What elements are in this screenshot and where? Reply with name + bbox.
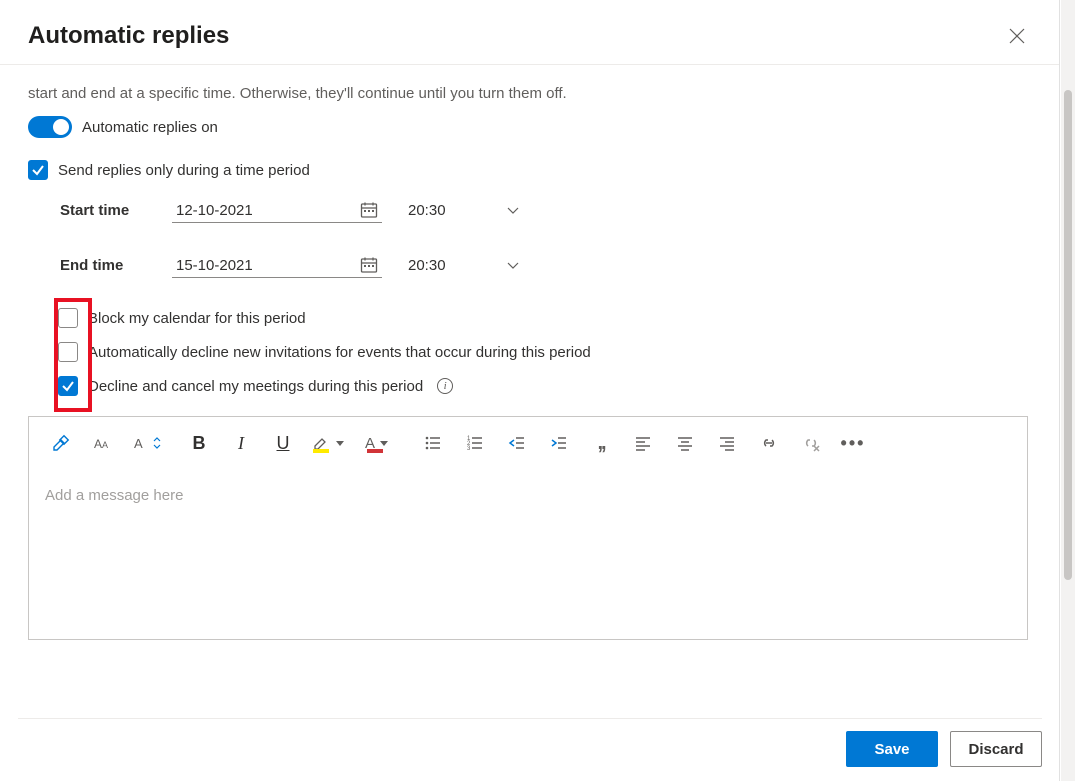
time-period-checkbox-row: Send replies only during a time period xyxy=(28,160,1031,180)
start-time-row: Start time 12-10-2021 20:30 xyxy=(60,198,1031,223)
svg-text:3: 3 xyxy=(467,446,471,452)
message-textarea[interactable]: Add a message here xyxy=(29,469,1027,639)
decline-cancel-checkbox[interactable] xyxy=(58,376,78,396)
dialog-header: Automatic replies xyxy=(0,0,1059,65)
unlink-icon xyxy=(801,433,821,453)
automatic-replies-toggle-label: Automatic replies on xyxy=(82,119,218,136)
meeting-options-block: Block my calendar for this period Automa… xyxy=(58,308,1031,396)
dialog-footer: Save Discard xyxy=(18,718,1042,767)
start-date-input[interactable]: 12-10-2021 xyxy=(172,198,382,223)
decrease-indent-icon xyxy=(508,434,526,452)
quote-icon: ,, xyxy=(597,432,604,455)
start-date-value: 12-10-2021 xyxy=(176,202,253,219)
chevron-down-icon xyxy=(506,259,520,273)
message-editor: A A A B I U xyxy=(28,416,1028,640)
start-time-label: Start time xyxy=(60,202,150,219)
align-left-button[interactable] xyxy=(629,429,657,457)
end-time-label: End time xyxy=(60,257,150,274)
highlight-button[interactable] xyxy=(311,429,351,457)
start-time-value: 20:30 xyxy=(408,202,446,219)
end-time-row: End time 15-10-2021 20:30 xyxy=(60,253,1031,278)
italic-button[interactable]: I xyxy=(227,429,255,457)
start-time-select[interactable]: 20:30 xyxy=(404,199,524,222)
editor-toolbar: A A A B I U xyxy=(29,417,1027,469)
font-size-icon: A xyxy=(131,433,151,453)
more-options-button[interactable]: ••• xyxy=(839,429,867,457)
font-icon: A A xyxy=(93,433,113,453)
increase-indent-button[interactable] xyxy=(545,429,573,457)
close-button[interactable] xyxy=(1003,22,1031,50)
automatic-replies-dialog: Automatic replies start and end at a spe… xyxy=(0,0,1060,781)
bulleted-list-icon xyxy=(424,434,442,452)
highlight-color-swatch xyxy=(313,449,329,453)
quote-button[interactable]: ,, xyxy=(587,429,615,457)
svg-text:A: A xyxy=(94,437,102,451)
remove-link-button[interactable] xyxy=(797,429,825,457)
underline-icon: U xyxy=(277,433,290,454)
increase-indent-icon xyxy=(550,434,568,452)
end-date-input[interactable]: 15-10-2021 xyxy=(172,253,382,278)
svg-text:A: A xyxy=(102,440,108,450)
font-size-button[interactable]: A xyxy=(131,429,171,457)
chevron-down-icon xyxy=(380,441,388,446)
svg-text:A: A xyxy=(134,436,143,451)
block-calendar-row: Block my calendar for this period xyxy=(58,308,1031,328)
close-icon xyxy=(1009,28,1025,44)
insert-link-button[interactable] xyxy=(755,429,783,457)
bold-button[interactable]: B xyxy=(185,429,213,457)
align-right-button[interactable] xyxy=(713,429,741,457)
align-right-icon xyxy=(718,434,736,452)
automatic-replies-toggle[interactable] xyxy=(28,116,72,138)
time-period-checkbox-label: Send replies only during a time period xyxy=(58,162,310,179)
bulleted-list-button[interactable] xyxy=(419,429,447,457)
scrollbar[interactable] xyxy=(1061,0,1075,781)
save-button[interactable]: Save xyxy=(846,731,938,767)
chevron-down-icon xyxy=(336,441,344,446)
font-button[interactable]: A A xyxy=(89,429,117,457)
font-color-swatch xyxy=(367,449,383,453)
decline-cancel-label: Decline and cancel my meetings during th… xyxy=(88,378,423,395)
decline-cancel-row: Decline and cancel my meetings during th… xyxy=(58,376,1031,396)
bold-icon: B xyxy=(193,433,206,454)
automatic-replies-toggle-row: Automatic replies on xyxy=(28,116,1031,138)
align-left-icon xyxy=(634,434,652,452)
chevron-up-down-icon xyxy=(153,436,161,450)
time-range-block: Start time 12-10-2021 20:30 xyxy=(60,198,1031,278)
numbered-list-button[interactable]: 1 2 3 xyxy=(461,429,489,457)
align-center-icon xyxy=(676,434,694,452)
end-time-value: 20:30 xyxy=(408,257,446,274)
numbered-list-icon: 1 2 3 xyxy=(466,434,484,452)
block-calendar-checkbox[interactable] xyxy=(58,308,78,328)
more-icon: ••• xyxy=(841,433,866,454)
format-painter-button[interactable] xyxy=(47,429,75,457)
scrollbar-thumb[interactable] xyxy=(1064,90,1072,580)
link-icon xyxy=(759,433,779,453)
info-icon[interactable]: i xyxy=(437,378,453,394)
decrease-indent-button[interactable] xyxy=(503,429,531,457)
align-center-button[interactable] xyxy=(671,429,699,457)
dialog-title: Automatic replies xyxy=(28,22,229,50)
decline-new-row: Automatically decline new invitations fo… xyxy=(58,342,1031,362)
decline-new-label: Automatically decline new invitations fo… xyxy=(88,344,591,361)
format-painter-icon xyxy=(51,433,71,453)
font-color-button[interactable]: A xyxy=(365,429,405,457)
calendar-icon xyxy=(360,256,378,274)
italic-icon: I xyxy=(238,433,244,454)
chevron-down-icon xyxy=(506,204,520,218)
intro-text: start and end at a specific time. Otherw… xyxy=(28,85,1031,102)
decline-new-checkbox[interactable] xyxy=(58,342,78,362)
end-time-select[interactable]: 20:30 xyxy=(404,254,524,277)
discard-button[interactable]: Discard xyxy=(950,731,1042,767)
underline-button[interactable]: U xyxy=(269,429,297,457)
calendar-icon xyxy=(360,201,378,219)
dialog-body: start and end at a specific time. Otherw… xyxy=(0,65,1059,640)
end-date-value: 15-10-2021 xyxy=(176,257,253,274)
time-period-checkbox[interactable] xyxy=(28,160,48,180)
block-calendar-label: Block my calendar for this period xyxy=(88,310,306,327)
